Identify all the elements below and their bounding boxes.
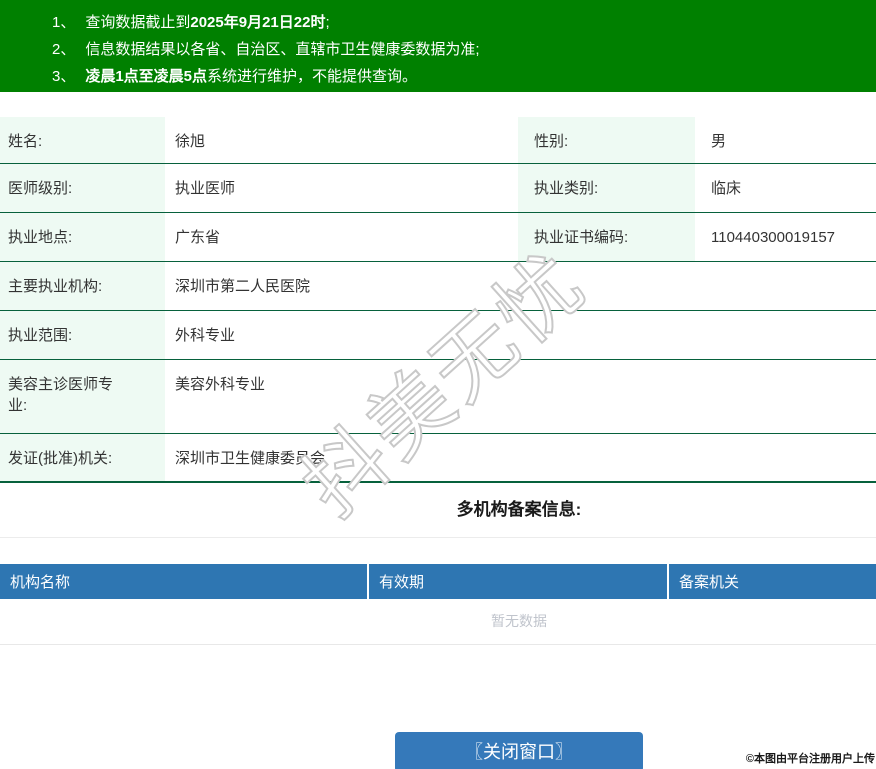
notice-text: 查询数据截止到 xyxy=(85,14,191,31)
table-row: 发证(批准)机关: 深圳市卫生健康委员会 xyxy=(0,433,876,482)
table-row: 执业地点: 广东省 执业证书编码: 110440300019157 xyxy=(0,212,876,261)
table-row: 医师级别: 执业医师 执业类别: 临床 xyxy=(0,163,876,212)
filing-column-validity-period: 有效期 xyxy=(368,564,669,599)
filing-column-institution-name: 机构名称 xyxy=(0,564,369,599)
info-label-practice-scope: 执业范围: xyxy=(0,310,165,359)
table-row: 姓名: 徐旭 性别: 男 xyxy=(0,117,876,163)
page: 1、 查询数据截止到2025年9月21日22时; 2、 信息数据结果以各省、自治区、… xyxy=(0,0,876,769)
info-label-practice-location: 执业地点: xyxy=(0,212,165,261)
info-label-main-institution: 主要执业机构: xyxy=(0,261,165,310)
info-label-doctor-level: 医师级别: xyxy=(0,163,165,212)
filing-section-title: 多机构备案信息: xyxy=(456,500,582,519)
notice-number: 3、 xyxy=(52,68,76,85)
filing-column-filing-authority: 备案机关 xyxy=(668,564,876,599)
close-window-button[interactable]: 〖关闭窗口〗 xyxy=(395,731,643,769)
info-value-cosmetic-specialty: 美容外科专业 xyxy=(165,359,876,433)
info-value-main-institution: 深圳市第二人民医院 xyxy=(165,261,876,310)
info-label-certificate-number: 执业证书编码: xyxy=(518,212,695,261)
notice-banner: 1、 查询数据截止到2025年9月21日22时; 2、 信息数据结果以各省、自治区、… xyxy=(0,0,876,92)
notice-number: 2、 xyxy=(52,41,76,58)
info-value-gender: 男 xyxy=(695,117,876,163)
doctor-info-table: 姓名: 徐旭 性别: 男 医师级别: 执业医师 执业类别: 临床 执业地点: 广… xyxy=(0,117,876,483)
notice-line-2: 2、 信息数据结果以各省、自治区、直辖市卫生健康委数据为准; xyxy=(52,36,876,63)
divider xyxy=(0,537,876,538)
info-value-doctor-level: 执业医师 xyxy=(165,163,518,212)
filing-table-header-row: 机构名称 有效期 备案机关 xyxy=(0,564,876,599)
table-row: 主要执业机构: 深圳市第二人民医院 xyxy=(0,261,876,310)
table-row: 美容主诊医师专业: 美容外科专业 xyxy=(0,359,876,433)
info-value-practice-category: 临床 xyxy=(695,163,876,212)
filing-table: 机构名称 有效期 备案机关 暂无数据 xyxy=(0,564,876,645)
notice-text-bold: 凌晨1点至凌晨5点 xyxy=(85,68,208,85)
info-value-certificate-number: 110440300019157 xyxy=(695,212,876,261)
photo-credit: ©本图由平台注册用户上传 xyxy=(745,753,875,765)
notice-text: 信息数据结果以各省、自治区、直辖市卫生健康委数据为准; xyxy=(85,41,480,58)
info-value-practice-scope: 外科专业 xyxy=(165,310,876,359)
notice-line-3: 3、 凌晨1点至凌晨5点系统进行维护，不能提供查询。 xyxy=(52,63,876,90)
content-area: 1、 查询数据截止到2025年9月21日22时; 2、 信息数据结果以各省、自治区、… xyxy=(0,0,876,769)
info-label-issuing-authority: 发证(批准)机关: xyxy=(0,433,165,482)
notice-number: 1、 xyxy=(52,14,76,31)
empty-data-text: 暂无数据 xyxy=(0,599,876,645)
info-label-cosmetic-specialty: 美容主诊医师专业: xyxy=(0,359,165,433)
info-label-gender: 性别: xyxy=(518,117,695,163)
table-row: 执业范围: 外科专业 xyxy=(0,310,876,359)
notice-line-1: 1、 查询数据截止到2025年9月21日22时; xyxy=(52,9,876,36)
notice-text: 系统进行维护，不能提供查询。 xyxy=(207,68,418,85)
info-value-name: 徐旭 xyxy=(165,117,518,163)
info-label-practice-category: 执业类别: xyxy=(518,163,695,212)
info-value-issuing-authority: 深圳市卫生健康委员会 xyxy=(165,433,876,482)
notice-text-bold: 2025年9月21日22时 xyxy=(190,14,326,31)
info-label-name: 姓名: xyxy=(0,117,165,163)
notice-text: ; xyxy=(325,14,330,31)
filing-empty-row: 暂无数据 xyxy=(0,599,876,645)
info-value-practice-location: 广东省 xyxy=(165,212,518,261)
